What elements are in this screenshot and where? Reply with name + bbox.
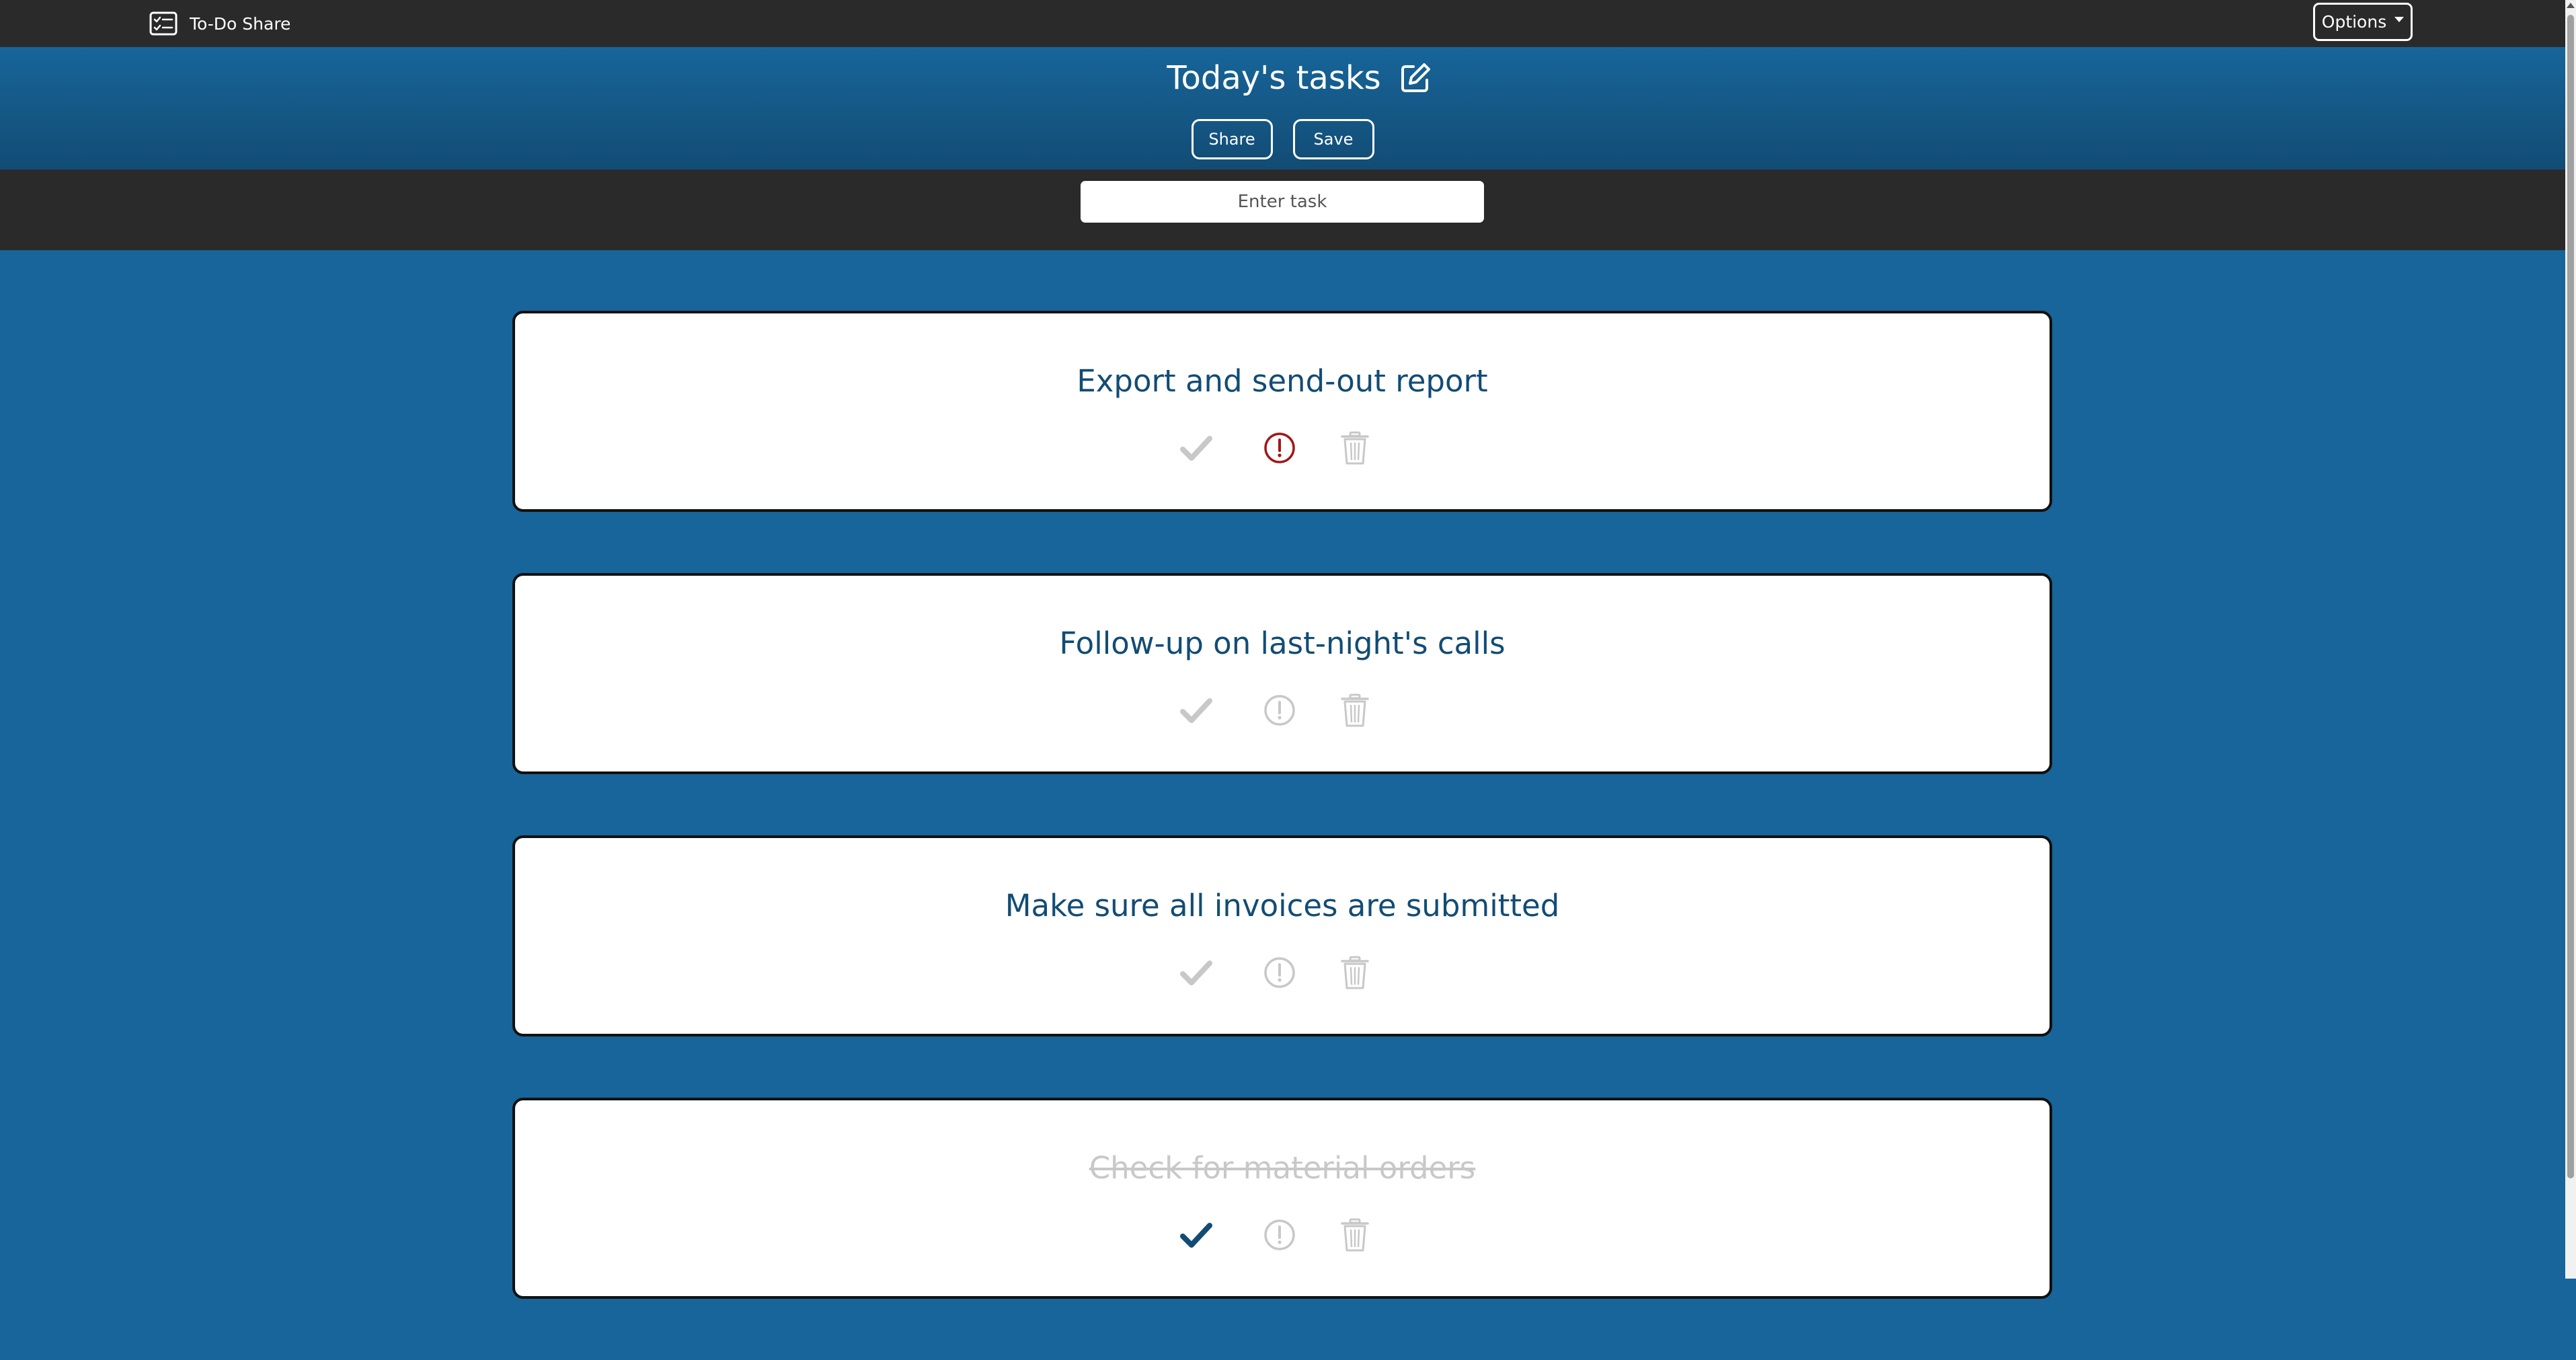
task-text: Export and send-out report bbox=[1077, 363, 1488, 399]
exclamation-circle-icon[interactable] bbox=[1262, 693, 1297, 728]
task-actions bbox=[515, 1217, 2050, 1252]
trash-icon[interactable] bbox=[1337, 955, 1372, 990]
checkmark-icon[interactable] bbox=[1179, 955, 1214, 990]
title-row: Today's tasks bbox=[0, 59, 2565, 97]
exclamation-circle-icon[interactable] bbox=[1262, 430, 1297, 465]
scrollbar[interactable] bbox=[2565, 0, 2576, 1279]
checkmark-icon[interactable] bbox=[1179, 1217, 1214, 1252]
task-card: Export and send-out report bbox=[512, 311, 2052, 512]
task-actions bbox=[515, 430, 2050, 465]
exclamation-circle-icon[interactable] bbox=[1262, 1217, 1297, 1252]
scroll-up-arrow-icon[interactable] bbox=[2567, 3, 2575, 8]
exclamation-circle-icon[interactable] bbox=[1262, 955, 1297, 990]
trash-icon[interactable] bbox=[1337, 1217, 1372, 1252]
task-actions bbox=[515, 693, 2050, 728]
task-card: Follow-up on last-night's calls bbox=[512, 573, 2052, 774]
options-label: Options bbox=[2321, 12, 2387, 32]
checkmark-icon[interactable] bbox=[1179, 430, 1214, 465]
brand-label: To-Do Share bbox=[190, 13, 291, 34]
task-text: Check for material orders bbox=[1089, 1150, 1476, 1186]
trash-icon[interactable] bbox=[1337, 430, 1372, 465]
scrollbar-thumb[interactable] bbox=[2567, 15, 2574, 1178]
list-title: Today's tasks bbox=[1167, 59, 1381, 97]
task-input[interactable] bbox=[1081, 181, 1484, 223]
task-actions bbox=[515, 955, 2050, 990]
header-actions: Share Save bbox=[0, 119, 2565, 159]
options-dropdown-button[interactable]: Options bbox=[2313, 3, 2413, 41]
share-button[interactable]: Share bbox=[1191, 119, 1273, 159]
checkmark-icon[interactable] bbox=[1179, 693, 1214, 728]
task-input-bar bbox=[0, 169, 2565, 250]
task-text: Make sure all invoices are submitted bbox=[1005, 888, 1560, 923]
task-card: Make sure all invoices are submitted bbox=[512, 835, 2052, 1036]
edit-icon[interactable] bbox=[1399, 61, 1432, 95]
checklist-icon bbox=[149, 11, 178, 36]
navbar: To-Do Share Options bbox=[0, 0, 2565, 47]
list-header: Today's tasks Share Save bbox=[0, 47, 2565, 169]
task-card: Check for material orders bbox=[512, 1098, 2052, 1299]
task-text: Follow-up on last-night's calls bbox=[1059, 626, 1506, 661]
trash-icon[interactable] bbox=[1337, 693, 1372, 728]
save-button[interactable]: Save bbox=[1292, 119, 1374, 159]
caret-down-icon bbox=[2394, 16, 2405, 22]
brand-link[interactable]: To-Do Share bbox=[149, 0, 290, 47]
task-list: Export and send-out report Follow-up on l… bbox=[512, 311, 2052, 1360]
